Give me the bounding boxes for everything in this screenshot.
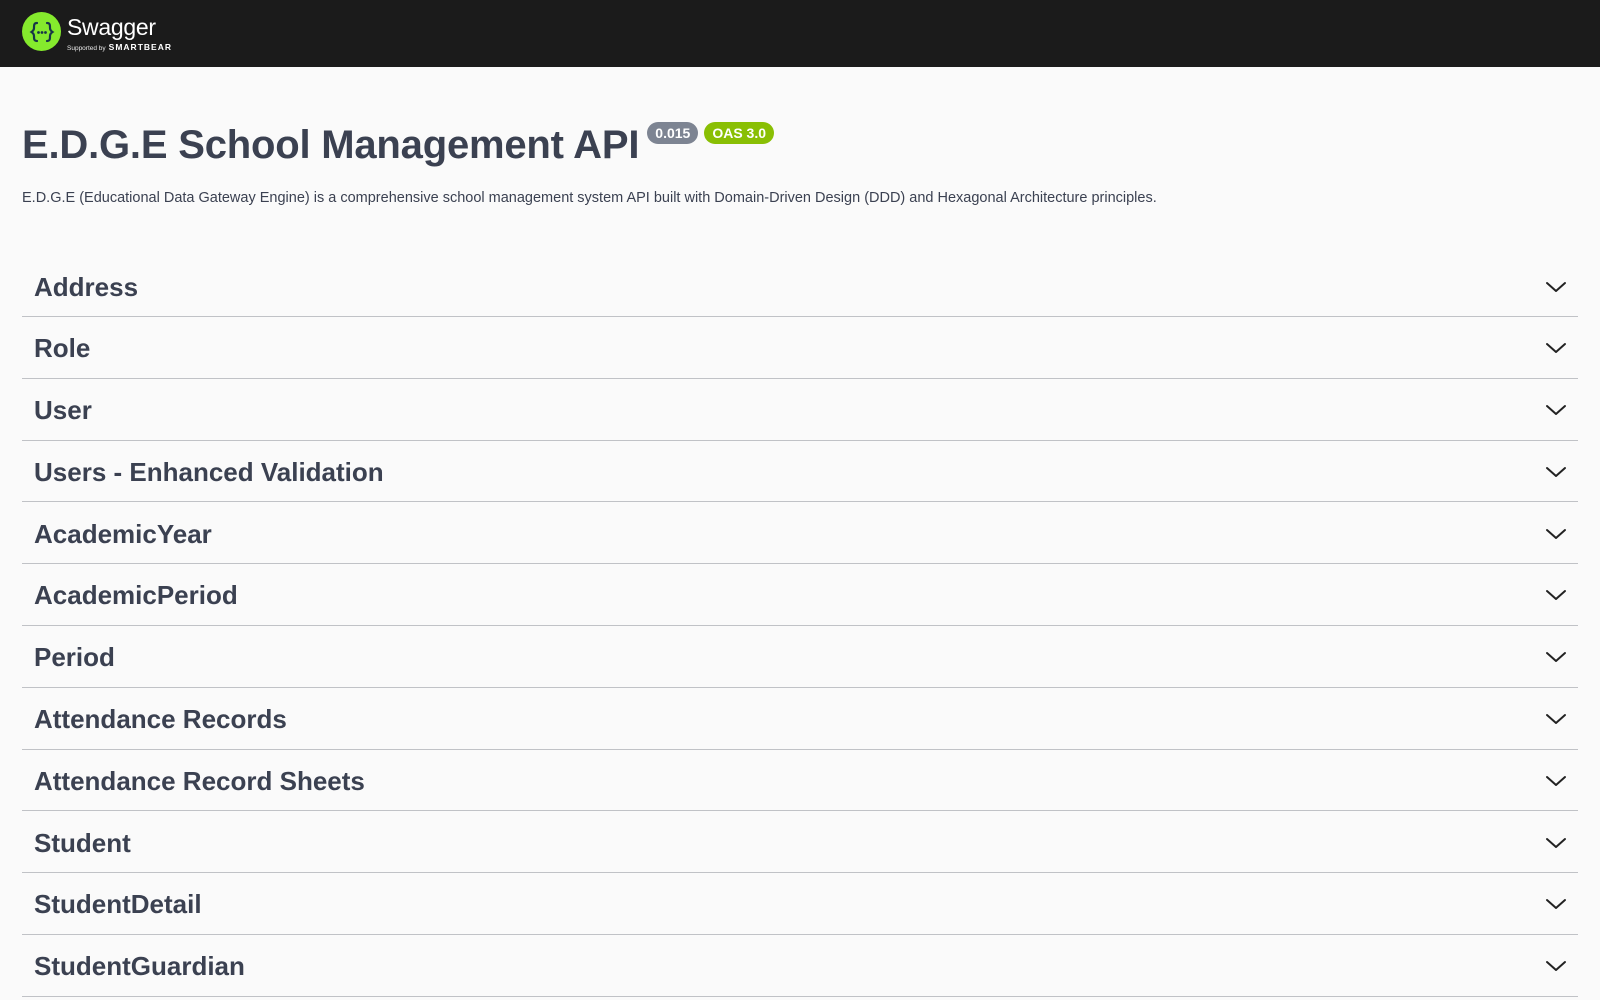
tag-section-academicperiod[interactable]: AcademicPeriod	[22, 566, 1578, 626]
version-badge: 0.015	[647, 122, 699, 144]
api-description: E.D.G.E (Educational Data Gateway Engine…	[22, 190, 1157, 206]
chevron-down-icon[interactable]	[1544, 954, 1568, 978]
tag-section-users-enhanced-validation[interactable]: Users - Enhanced Validation	[22, 442, 1578, 503]
tag-name: StudentDetail	[34, 889, 202, 920]
topbar: Swagger Supported by SMARTBEAR	[0, 0, 1600, 67]
api-info: E.D.G.E School Management API 0.015 OAS …	[22, 114, 1578, 208]
chevron-down-icon[interactable]	[1544, 707, 1568, 731]
tag-name: StudentGuardian	[34, 951, 245, 982]
brand-sub-company: SMARTBEAR	[108, 42, 172, 52]
brand-text: Swagger Supported by SMARTBEAR	[67, 11, 172, 53]
oas-badge: OAS 3.0	[704, 122, 775, 144]
chevron-down-icon[interactable]	[1544, 769, 1568, 793]
chevron-down-icon[interactable]	[1544, 583, 1568, 607]
tag-name: Student	[34, 827, 131, 858]
title-row: E.D.G.E School Management API 0.015 OAS …	[22, 114, 1578, 176]
tag-name: User	[34, 395, 92, 426]
tag-section-studentguardian[interactable]: StudentGuardian	[22, 937, 1578, 997]
tag-name: Attendance Record Sheets	[34, 765, 365, 796]
chevron-down-icon[interactable]	[1544, 398, 1568, 422]
tag-section-academicyear[interactable]: AcademicYear	[22, 504, 1578, 565]
chevron-down-icon[interactable]	[1544, 460, 1568, 484]
tag-section-period[interactable]: Period	[22, 628, 1578, 688]
tag-name: Users - Enhanced Validation	[34, 456, 384, 487]
tag-section-student[interactable]: Student	[22, 813, 1578, 874]
tag-section-role[interactable]: Role	[22, 319, 1578, 379]
tag-name: Address	[34, 271, 139, 302]
brand-name: Swagger	[67, 14, 156, 40]
tag-section-address[interactable]: Address	[22, 257, 1578, 317]
tag-name: Role	[34, 333, 91, 364]
tag-name: Period	[34, 642, 115, 673]
tag-list: Address Role User Users - Enhanced Validati…	[22, 257, 1578, 999]
chevron-down-icon[interactable]	[1544, 831, 1568, 855]
tag-name: AcademicYear	[34, 518, 212, 549]
chevron-down-icon[interactable]	[1544, 892, 1568, 916]
swagger-braces-icon	[22, 12, 61, 51]
brand-sub-prefix: Supported by	[67, 45, 106, 52]
tag-section-user[interactable]: User	[22, 381, 1578, 441]
tag-section-attendance-records[interactable]: Attendance Records	[22, 690, 1578, 750]
chevron-down-icon[interactable]	[1544, 275, 1568, 299]
tag-name: Attendance Records	[34, 704, 287, 735]
brand-subtitle: Supported by SMARTBEAR	[67, 43, 172, 53]
chevron-down-icon[interactable]	[1544, 645, 1568, 669]
swagger-logo-link[interactable]: Swagger Supported by SMARTBEAR	[22, 11, 172, 57]
tag-name: AcademicPeriod	[34, 580, 238, 611]
tag-section-attendance-record-sheets[interactable]: Attendance Record Sheets	[22, 751, 1578, 812]
tag-section-studentdetail[interactable]: StudentDetail	[22, 875, 1578, 935]
chevron-down-icon[interactable]	[1544, 522, 1568, 546]
page-title: E.D.G.E School Management API	[22, 123, 640, 167]
chevron-down-icon[interactable]	[1544, 336, 1568, 360]
